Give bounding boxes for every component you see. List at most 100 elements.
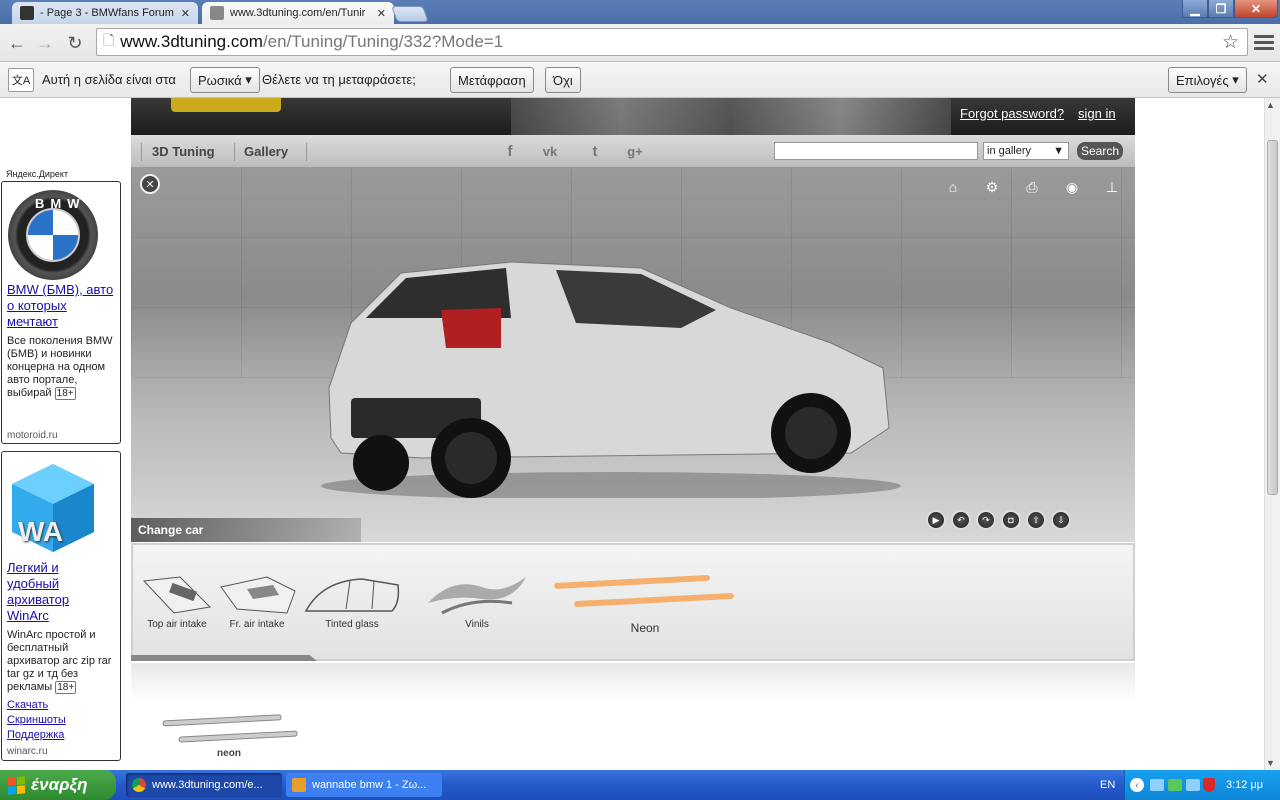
- print-icon[interactable]: ⎙: [1023, 179, 1041, 195]
- language-indicator[interactable]: EN: [1100, 779, 1115, 791]
- no-translate-button[interactable]: Όχι: [545, 67, 581, 93]
- neon-tubes-icon: [554, 574, 734, 608]
- windows-logo-icon: [8, 775, 25, 795]
- nav-separator: [234, 143, 235, 161]
- language-select-value: Ρωσικά: [198, 72, 242, 88]
- rotate-right-icon[interactable]: ↷: [976, 510, 996, 530]
- bmw-logo-icon: BMW: [8, 190, 98, 280]
- part-neon[interactable]: Neon: [550, 560, 740, 635]
- home-icon[interactable]: ⌂: [944, 179, 962, 195]
- part-top-air-intake[interactable]: Top air intake: [133, 560, 221, 630]
- play-icon[interactable]: ▶: [926, 510, 946, 530]
- menu-icon[interactable]: [1254, 32, 1274, 52]
- tab-title: - Page 3 - BMWfans Forum |: [40, 7, 175, 19]
- nav-gallery[interactable]: Gallery: [244, 144, 288, 159]
- url-path: /en/Tuning/Tuning/332?Mode=1: [262, 32, 504, 51]
- maximize-button[interactable]: ❐: [1208, 0, 1234, 18]
- start-button[interactable]: έναρξη: [0, 770, 116, 800]
- snapshot-icon[interactable]: ◘: [1001, 510, 1021, 530]
- tab-3dtuning[interactable]: www.3dtuning.com/en/Tunir ✕: [202, 2, 394, 24]
- options-label: Επιλογές: [1176, 72, 1229, 88]
- tab-bmwfans[interactable]: - Page 3 - BMWfans Forum | ✕: [12, 2, 198, 24]
- translate-button[interactable]: Μετάφραση: [450, 67, 534, 93]
- 3dtuning-favicon-icon: [210, 6, 224, 20]
- tab-title: www.3dtuning.com/en/Tunir: [230, 7, 366, 19]
- ad-winarc-link[interactable]: Легкий и удобный архиватор WinArc: [7, 560, 97, 624]
- tools-wrench-icon[interactable]: ✕: [140, 174, 160, 194]
- google-plus-icon[interactable]: g+: [625, 141, 645, 161]
- taskbar-item-chrome[interactable]: www.3dtuning.com/e...: [126, 773, 282, 797]
- forgot-password-link[interactable]: Forgot password?: [960, 106, 1064, 121]
- start-label: έναρξη: [31, 775, 88, 794]
- close-icon[interactable]: ✕: [181, 7, 190, 20]
- close-icon[interactable]: ✕: [377, 7, 386, 20]
- ads-header: Яндекс.Директ: [6, 169, 69, 179]
- tuning-logo-icon: [171, 98, 281, 112]
- tray-expand-icon[interactable]: ‹: [1130, 778, 1144, 792]
- vkontakte-icon[interactable]: vk: [540, 141, 560, 161]
- taskbar-item-label: wannabe bmw 1 - Ζω...: [312, 779, 427, 791]
- part-tinted-glass[interactable]: Tinted glass: [304, 560, 400, 630]
- network-icon[interactable]: [1150, 779, 1164, 791]
- back-icon[interactable]: ←: [6, 32, 28, 54]
- part-label: Neon: [630, 621, 660, 635]
- address-bar[interactable]: 🗋 www.3dtuning.com/en/Tuning/Tuning/332?…: [96, 28, 1248, 56]
- part-label: Fr. air intake: [229, 619, 285, 630]
- forward-icon[interactable]: →: [34, 32, 56, 54]
- tuning-kit-icon[interactable]: ⚙: [983, 179, 1001, 195]
- upload-icon[interactable]: ⇧: [1026, 510, 1046, 530]
- download-icon[interactable]: ⇩: [1051, 510, 1071, 530]
- ad-bmw[interactable]: BMW BMW (БМВ), авто о которых мечтают Вс…: [1, 181, 121, 444]
- site-search-input[interactable]: [774, 142, 978, 160]
- part-label: Vinils: [465, 619, 489, 630]
- part-fr-air-intake[interactable]: Fr. air intake: [213, 560, 301, 630]
- new-tab-button[interactable]: [391, 6, 429, 22]
- connection-icon[interactable]: [1186, 779, 1200, 791]
- clock[interactable]: 3:12 μμ: [1226, 779, 1263, 791]
- bookmark-star-icon[interactable]: ☆: [1222, 31, 1239, 54]
- url-host: www.3dtuning.com: [120, 32, 263, 51]
- ad-winarc-download-link[interactable]: Скачать: [7, 698, 48, 713]
- facebook-icon[interactable]: f: [500, 141, 520, 161]
- minimize-button[interactable]: ▁: [1182, 0, 1208, 18]
- twitter-icon[interactable]: t: [585, 141, 605, 161]
- ad-bmw-link[interactable]: BMW (БМВ), авто о которых мечтают: [7, 282, 119, 330]
- tinted-glass-icon: [304, 578, 400, 612]
- winarc-logo-icon: WA: [8, 460, 98, 556]
- sign-in-link[interactable]: sign in: [1078, 106, 1116, 121]
- language-select[interactable]: Ρωσικά ▾: [190, 67, 260, 93]
- safely-remove-icon[interactable]: [1168, 779, 1182, 791]
- translate-prefix-text: Αυτή η σελίδα είναι στα: [42, 72, 176, 87]
- winarc-logo-text: WA: [18, 516, 64, 547]
- banner-cars-image: [511, 98, 951, 135]
- ad-winarc[interactable]: WA Легкий и удобный архиватор WinArc Win…: [1, 451, 121, 761]
- close-translate-bar-icon[interactable]: ✕: [1256, 70, 1269, 88]
- nav-3d-tuning[interactable]: 3D Tuning: [152, 144, 215, 159]
- scroll-down-icon[interactable]: ▼: [1266, 758, 1275, 768]
- search-button[interactable]: Search: [1077, 142, 1123, 160]
- caret-down-icon: ▼: [1053, 145, 1064, 157]
- rotate-left-icon[interactable]: ↶: [951, 510, 971, 530]
- security-shield-icon[interactable]: [1203, 778, 1215, 792]
- ad-winarc-screenshots-link[interactable]: Скриншоты: [7, 713, 66, 728]
- car-model-image: [321, 261, 901, 498]
- age-badge: 18+: [55, 681, 77, 694]
- ad-winarc-support-link[interactable]: Поддержка: [7, 728, 64, 743]
- part-vinils[interactable]: Vinils: [422, 560, 532, 630]
- search-scope-select[interactable]: in gallery ▼: [983, 142, 1069, 160]
- taskbar-item-forum[interactable]: wannabe bmw 1 - Ζω...: [286, 773, 442, 797]
- reload-icon[interactable]: ↻: [64, 32, 86, 54]
- part-label: Top air intake: [147, 619, 207, 630]
- sitemap-icon[interactable]: ⊥: [1103, 179, 1121, 195]
- page-icon: 🗋: [103, 32, 115, 48]
- sub-item-neon[interactable]: neon: [156, 712, 302, 770]
- scroll-up-icon[interactable]: ▲: [1266, 100, 1275, 110]
- scrollbar-thumb[interactable]: [1267, 140, 1278, 495]
- camera-icon[interactable]: ◉: [1063, 179, 1081, 195]
- age-badge: 18+: [54, 387, 76, 400]
- tuning-3d-viewport[interactable]: [131, 168, 1135, 542]
- caret-down-icon: ▾: [245, 72, 252, 87]
- translate-options-button[interactable]: Επιλογές ▾: [1168, 67, 1247, 93]
- close-window-button[interactable]: ✕: [1234, 0, 1278, 18]
- change-car-button[interactable]: Change car: [131, 518, 361, 542]
